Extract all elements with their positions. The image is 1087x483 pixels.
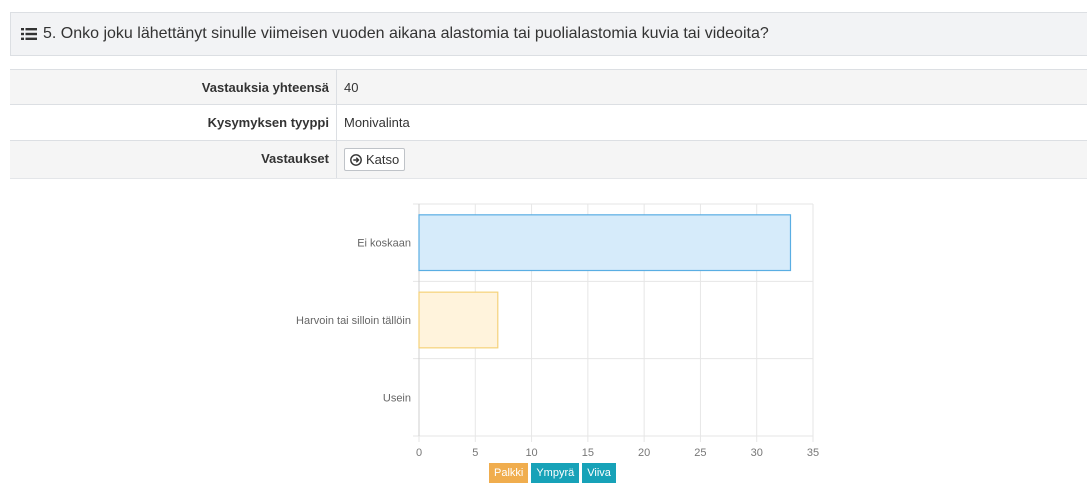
info-row-type: Kysymyksen tyyppi Monivalinta <box>10 105 1087 141</box>
chart-pie-button[interactable]: Ympyrä <box>531 463 580 483</box>
x-tick-label-7: 35 <box>807 447 819 459</box>
x-tick-label-4: 20 <box>638 447 650 459</box>
x-tick-label-3: 15 <box>582 447 594 459</box>
category-label-1: Harvoin tai silloin tällöin <box>296 315 411 327</box>
x-tick-label-2: 10 <box>525 447 537 459</box>
x-tick-label-5: 25 <box>694 447 706 459</box>
chart-line-button[interactable]: Viiva <box>582 463 616 483</box>
type-value: Monivalinta <box>344 115 410 130</box>
info-row-total: Vastauksia yhteensä 40 <box>10 69 1087 105</box>
info-row-answers: Vastaukset Katso <box>10 141 1087 179</box>
list-icon <box>21 28 37 40</box>
category-label-0: Ei koskaan <box>357 238 411 250</box>
answers-label: Vastaukset <box>10 141 337 178</box>
question-info-table: Vastauksia yhteensä 40 Kysymyksen tyyppi… <box>10 69 1087 179</box>
x-tick-label-1: 5 <box>472 447 478 459</box>
circle-arrow-right-icon <box>350 153 362 166</box>
x-tick-label-6: 30 <box>751 447 763 459</box>
view-answers-label: Katso <box>366 152 400 167</box>
question-header: 5. Onko joku lähettänyt sinulle viimeise… <box>10 12 1087 56</box>
chart-bar-button[interactable]: Palkki <box>489 463 529 483</box>
type-label: Kysymyksen tyyppi <box>10 105 337 140</box>
bar-1 <box>418 291 499 349</box>
x-tick-label-0: 0 <box>416 447 422 459</box>
bar-0 <box>418 214 792 272</box>
chart-type-buttons: Palkki Ympyrä Viiva <box>489 463 616 483</box>
category-label-2: Usein <box>383 392 411 404</box>
question-title: 5. Onko joku lähettänyt sinulle viimeise… <box>43 25 769 42</box>
total-label: Vastauksia yhteensä <box>10 70 337 104</box>
view-answers-button[interactable]: Katso <box>344 148 406 171</box>
total-value: 40 <box>344 79 359 95</box>
